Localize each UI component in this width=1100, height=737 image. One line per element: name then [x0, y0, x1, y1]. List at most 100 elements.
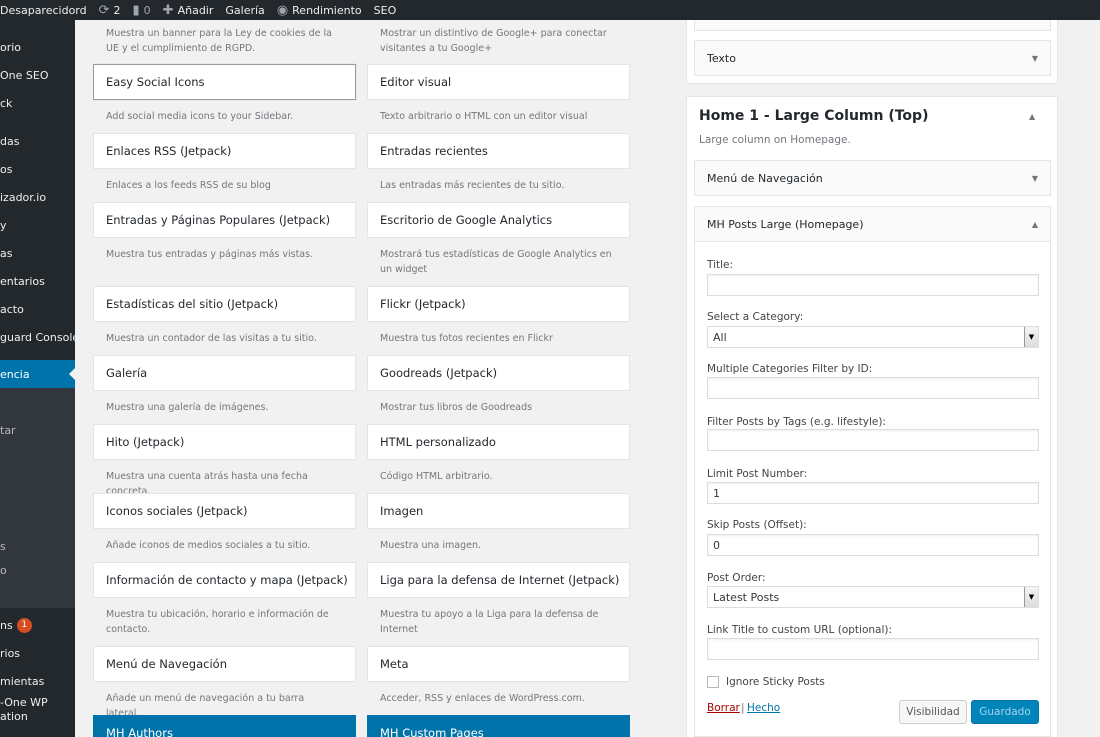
- widget-desc: Muestra un banner para la Ley de cookies…: [106, 28, 332, 54]
- menu-item-2[interactable]: ck: [0, 90, 75, 116]
- save-button[interactable]: Guardado: [971, 700, 1039, 724]
- sidebar-title[interactable]: Home 1 - Large Column (Top): [699, 108, 928, 124]
- widget-contact-info[interactable]: Información de contacto y mapa (Jetpack): [93, 562, 356, 598]
- menu-item-10[interactable]: guard Console: [0, 324, 75, 350]
- widget-milestone[interactable]: Hito (Jetpack): [93, 424, 356, 460]
- menu-item-appearance[interactable]: encia: [0, 360, 75, 388]
- limit-input[interactable]: [707, 482, 1039, 504]
- expand-arrow-icon[interactable]: ▼: [1032, 54, 1038, 63]
- menu-item-9[interactable]: acto: [0, 296, 75, 322]
- widget-nav-menu[interactable]: Menú de Navegación: [93, 646, 356, 682]
- link-separator: |: [741, 702, 745, 714]
- widget-desc: Add social media icons to your Sidebar.: [106, 111, 294, 122]
- menu-item-5[interactable]: izador.io: [0, 184, 75, 210]
- menu-item-3[interactable]: das: [0, 128, 75, 154]
- title-label: Title:: [707, 259, 734, 271]
- menu-item-7[interactable]: as: [0, 240, 75, 266]
- widget-meta[interactable]: Meta: [367, 646, 630, 682]
- site-name-link[interactable]: Desaparecidord: [0, 4, 87, 17]
- chevron-down-icon: ▼: [1024, 327, 1038, 347]
- widget-nav-menu-placed[interactable]: Menú de Navegación ▼: [694, 160, 1051, 196]
- seo-link[interactable]: SEO: [374, 4, 397, 17]
- delete-link[interactable]: Borrar: [707, 702, 740, 714]
- limit-label: Limit Post Number:: [707, 468, 808, 480]
- chevron-down-icon: ▼: [1024, 587, 1038, 607]
- expand-arrow-icon[interactable]: ▼: [1032, 174, 1038, 183]
- widget-popular-posts[interactable]: Entradas y Páginas Populares (Jetpack): [93, 202, 356, 238]
- menu-item-8[interactable]: entarios: [0, 268, 75, 294]
- widget-desc: Muestra tus entradas y páginas más vista…: [106, 249, 314, 260]
- menu-item-16[interactable]: rios: [0, 640, 75, 666]
- skip-label: Skip Posts (Offset):: [707, 519, 807, 531]
- submenu-item-13[interactable]: s: [0, 533, 75, 559]
- skip-input[interactable]: [707, 534, 1039, 556]
- gallery-label: Galería: [225, 3, 265, 17]
- title-input[interactable]: [707, 274, 1039, 296]
- submenu-item-14[interactable]: o: [0, 557, 75, 583]
- widget-recent-posts[interactable]: Entradas recientes: [367, 133, 630, 169]
- menu-item-17[interactable]: mientas: [0, 668, 75, 694]
- comment-icon: ▮: [132, 2, 140, 18]
- tags-label: Filter Posts by Tags (e.g. lifestyle):: [707, 416, 886, 428]
- widget-desc: Enlaces a los feeds RSS de su blog: [106, 180, 271, 191]
- order-select[interactable]: Latest Posts ▼: [707, 586, 1039, 608]
- collapse-arrow-icon[interactable]: ▲: [1029, 112, 1035, 121]
- collapse-arrow-icon[interactable]: ▲: [1032, 220, 1038, 229]
- menu-item-0[interactable]: orio: [0, 34, 75, 60]
- menu-item-4[interactable]: os: [0, 156, 75, 182]
- menu-item-6[interactable]: y: [0, 212, 75, 238]
- menu-item-plugins[interactable]: ns 1: [0, 612, 75, 638]
- admin-menu: orio One SEO ck das os izador.io y as en…: [0, 20, 75, 737]
- widget-desc: Mostrar tus libros de Goodreads: [380, 402, 533, 413]
- performance-label: Rendimiento: [292, 3, 362, 17]
- widget-image[interactable]: Imagen: [367, 493, 630, 529]
- widget-social-icons[interactable]: Iconos sociales (Jetpack): [93, 493, 356, 529]
- menu-item-1[interactable]: One SEO: [0, 62, 75, 88]
- widget-desc: Las entradas más recientes de tu sitio.: [380, 180, 565, 191]
- widget-google-analytics[interactable]: Escritorio de Google Analytics: [367, 202, 630, 238]
- widget-bar-cut[interactable]: [694, 20, 1051, 31]
- widget-goodreads[interactable]: Goodreads (Jetpack): [367, 355, 630, 391]
- admin-bar: Desaparecidord ⟳ 2 ▮ 0 ✚ Añadir Galería ◉ Re…: [0, 0, 1100, 20]
- widget-desc: Muestra un contador de las visitas a tu …: [106, 333, 317, 344]
- ignore-sticky-label: Ignore Sticky Posts: [726, 676, 825, 688]
- widget-desc: Muestra tu ubicación, horario e informac…: [106, 609, 329, 635]
- widget-desc: Texto arbitrario o HTML con un editor vi…: [380, 111, 588, 122]
- widget-gallery[interactable]: Galería: [93, 355, 356, 391]
- widget-texto[interactable]: Texto ▼: [694, 40, 1051, 76]
- widget-editor-visual[interactable]: Editor visual: [367, 64, 630, 100]
- updates-link[interactable]: ⟳ 2: [99, 3, 121, 18]
- tags-input[interactable]: [707, 429, 1039, 451]
- ignore-sticky-checkbox[interactable]: [707, 676, 719, 688]
- new-content-link[interactable]: ✚ Añadir: [163, 3, 214, 18]
- widget-custom-html[interactable]: HTML personalizado: [367, 424, 630, 460]
- new-label: Añadir: [177, 3, 214, 17]
- plus-icon: ✚: [162, 2, 174, 18]
- multi-categories-input[interactable]: [707, 377, 1039, 399]
- gallery-link[interactable]: Galería: [225, 4, 264, 17]
- widget-desc: Muestra una imagen.: [380, 540, 481, 551]
- menu-item-18[interactable]: -One WP ation: [0, 694, 75, 726]
- widget-desc: Muestra tus fotos recientes en Flickr: [380, 333, 553, 344]
- site-name-label: Desaparecidord: [0, 3, 87, 17]
- multi-categories-label: Multiple Categories Filter by ID:: [707, 363, 873, 375]
- performance-link[interactable]: ◉ Rendimiento: [277, 3, 362, 18]
- widget-mh-custom-pages[interactable]: MH Custom Pages: [367, 715, 630, 737]
- submenu-item-customize[interactable]: tar: [0, 417, 75, 443]
- link-title-label: Link Title to custom URL (optional):: [707, 624, 893, 636]
- visibility-button[interactable]: Visibilidad: [899, 700, 967, 724]
- done-link[interactable]: Hecho: [747, 702, 780, 714]
- widget-mh-authors[interactable]: MH Authors: [93, 715, 356, 737]
- widget-flickr[interactable]: Flickr (Jetpack): [367, 286, 630, 322]
- widget-internet-defense[interactable]: Liga para la defensa de Internet (Jetpac…: [367, 562, 630, 598]
- comments-link[interactable]: ▮ 0: [133, 3, 151, 18]
- widget-easy-social-icons[interactable]: Easy Social Icons: [93, 64, 356, 100]
- category-select[interactable]: All ▼: [707, 326, 1039, 348]
- widget-mh-posts-large[interactable]: MH Posts Large (Homepage) ▲: [694, 206, 1051, 242]
- widget-desc: Añade iconos de medios sociales a tu sit…: [106, 540, 311, 551]
- category-label: Select a Category:: [707, 311, 804, 323]
- link-title-input[interactable]: [707, 638, 1039, 660]
- widget-rss-links[interactable]: Enlaces RSS (Jetpack): [93, 133, 356, 169]
- widget-site-stats[interactable]: Estadísticas del sitio (Jetpack): [93, 286, 356, 322]
- widget-desc: Muestra tu apoyo a la Liga para la defen…: [380, 609, 599, 635]
